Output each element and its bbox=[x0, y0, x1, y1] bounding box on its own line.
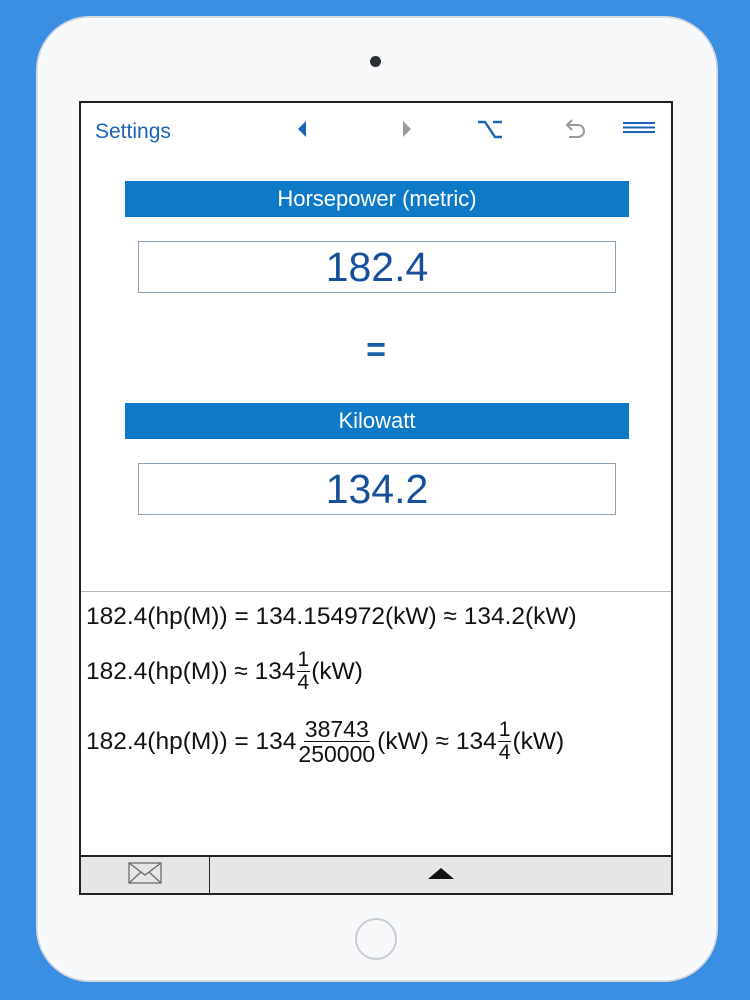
result-mixed-lhs: 182.4(hp(M)) ≈ 134 bbox=[86, 657, 296, 685]
result-unit: (kW) bbox=[311, 657, 363, 685]
bottom-bar bbox=[81, 855, 671, 893]
option-key-icon[interactable] bbox=[475, 115, 505, 145]
settings-button[interactable]: Settings bbox=[95, 120, 171, 144]
result-exact-mid: (kW) ≈ 134 bbox=[377, 727, 497, 755]
fraction: 1 4 bbox=[296, 648, 311, 695]
fraction-denominator: 250000 bbox=[298, 741, 376, 768]
from-unit-header[interactable]: Horsepower (metric) bbox=[125, 181, 629, 217]
triangle-up-icon bbox=[426, 865, 456, 886]
back-arrow-icon[interactable] bbox=[295, 115, 311, 145]
undo-icon[interactable] bbox=[559, 115, 589, 145]
toolbar: Settings bbox=[81, 103, 671, 159]
result-unit: (kW) bbox=[512, 727, 565, 755]
forward-arrow-icon[interactable] bbox=[399, 115, 415, 145]
fraction: 38743 250000 bbox=[297, 717, 376, 766]
app-screen: Settings Horsepower (metric) 182.4 = Kil… bbox=[79, 101, 673, 895]
fraction-numerator: 1 bbox=[497, 718, 512, 743]
result-exact-lhs: 182.4(hp(M)) = 134 bbox=[86, 727, 297, 755]
fraction-denominator: 4 bbox=[498, 741, 511, 765]
camera bbox=[370, 56, 381, 67]
from-value-input[interactable]: 182.4 bbox=[138, 241, 616, 293]
home-button[interactable] bbox=[355, 918, 397, 960]
expand-button[interactable] bbox=[211, 857, 671, 893]
result-decimal: 182.4(hp(M)) = 134.154972(kW) ≈ 134.2(kW… bbox=[86, 603, 577, 630]
fraction-denominator: 4 bbox=[297, 671, 310, 695]
to-value-output: 134.2 bbox=[138, 463, 616, 515]
mail-icon bbox=[128, 861, 162, 890]
result-exact-fraction: 182.4(hp(M)) = 134 38743 250000 (kW) ≈ 1… bbox=[86, 717, 564, 766]
equals-sign: = bbox=[366, 331, 386, 369]
menu-icon[interactable] bbox=[621, 115, 657, 145]
divider bbox=[81, 591, 671, 592]
result-mixed-approx: 182.4(hp(M)) ≈ 134 1 4 (kW) bbox=[86, 648, 363, 695]
to-unit-header[interactable]: Kilowatt bbox=[125, 403, 629, 439]
fraction-numerator: 1 bbox=[296, 648, 311, 673]
fraction: 1 4 bbox=[497, 718, 512, 765]
fraction-numerator: 38743 bbox=[303, 716, 370, 743]
mail-button[interactable] bbox=[81, 857, 210, 893]
